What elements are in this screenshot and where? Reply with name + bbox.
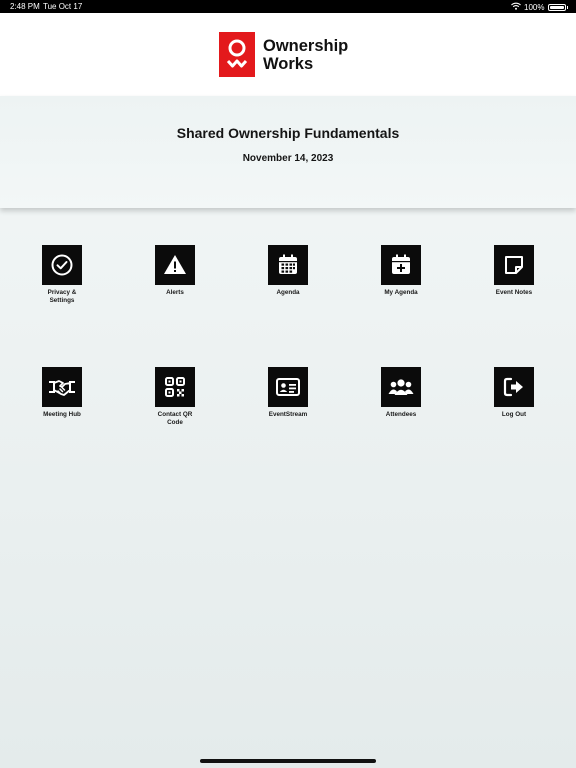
calendar-plus-icon	[381, 245, 421, 285]
tile-privacy-settings[interactable]: Privacy & Settings	[27, 245, 97, 304]
status-indicators: 100%	[511, 2, 568, 12]
tile-label: My Agenda	[384, 289, 418, 296]
tile-meeting-hub[interactable]: Meeting Hub	[27, 367, 97, 419]
tile-label: Log Out	[501, 411, 527, 418]
users-icon	[381, 367, 421, 407]
tile-label: Privacy & Settings	[47, 289, 77, 304]
battery-percent: 100%	[524, 2, 545, 12]
tile-label: Contact QR Code	[157, 411, 193, 426]
note-icon	[494, 245, 534, 285]
tile-eventstream[interactable]: EventStream	[253, 367, 323, 419]
status-time: 2:48 PM	[10, 2, 40, 11]
tile-label: Attendees	[385, 411, 417, 418]
brand-name: Ownership Works	[263, 37, 348, 73]
tile-log-out[interactable]: Log Out	[479, 367, 549, 419]
id-card-icon	[268, 367, 308, 407]
battery-icon	[547, 3, 566, 11]
wifi-icon	[511, 2, 521, 12]
warning-icon	[155, 245, 195, 285]
event-date: November 14, 2023	[242, 153, 334, 164]
qr-code-icon	[155, 367, 195, 407]
tile-my-agenda[interactable]: My Agenda	[366, 245, 436, 297]
brand-line2: Works	[263, 55, 314, 73]
tile-event-notes[interactable]: Event Notes	[479, 245, 549, 297]
home-indicator[interactable]	[200, 759, 376, 763]
status-bar: 2:48 PM Tue Oct 17 100%	[0, 0, 576, 13]
tile-label: Agenda	[276, 289, 300, 296]
calendar-grid-icon	[268, 245, 308, 285]
app-header: Ownership Works	[0, 13, 576, 96]
brand-line1: Ownership	[263, 37, 349, 55]
status-date: Tue Oct 17	[43, 2, 83, 11]
tile-attendees[interactable]: Attendees	[366, 367, 436, 419]
tile-alerts[interactable]: Alerts	[140, 245, 210, 297]
tile-label: Event Notes	[495, 289, 533, 296]
tile-label: EventStream	[268, 411, 308, 418]
check-circle-icon	[42, 245, 82, 285]
tile-label: Alerts	[166, 289, 184, 296]
ownership-works-logo-icon	[219, 32, 255, 77]
tile-contact-qr-code[interactable]: Contact QR Code	[140, 367, 210, 426]
tile-agenda[interactable]: Agenda	[253, 245, 323, 297]
event-title: Shared Ownership Fundamentals	[176, 125, 400, 141]
logout-icon	[494, 367, 534, 407]
handshake-icon	[42, 367, 82, 407]
event-banner: Shared Ownership Fundamentals November 1…	[0, 96, 576, 208]
tile-label: Meeting Hub	[43, 411, 81, 418]
